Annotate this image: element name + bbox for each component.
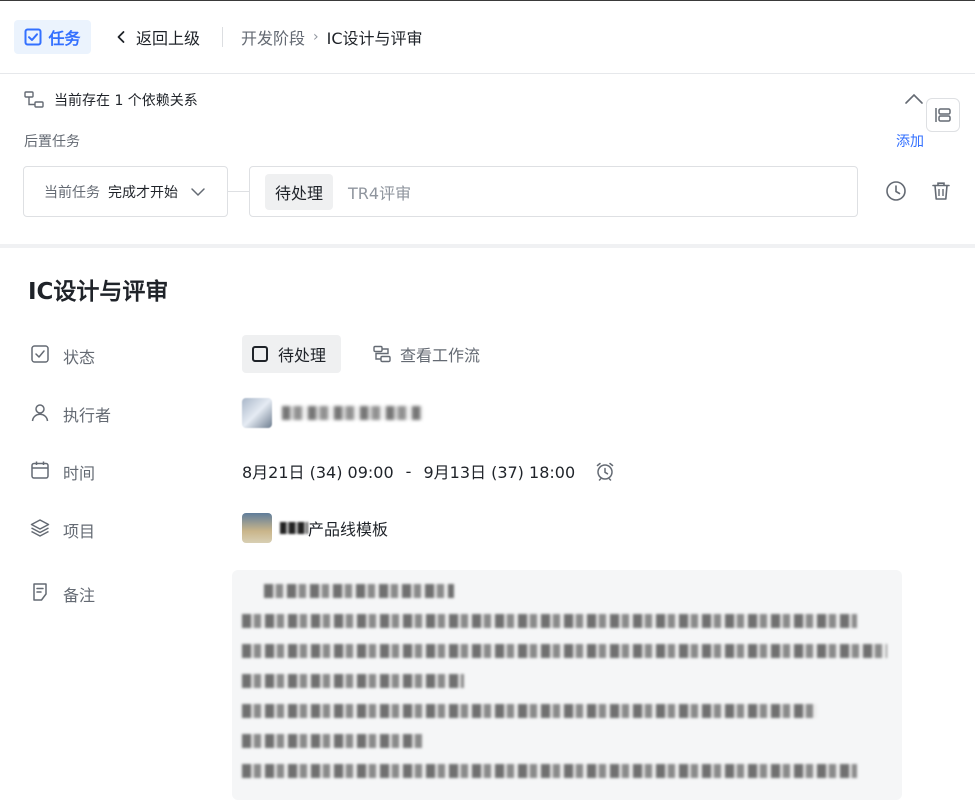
notes-line: [242, 764, 857, 778]
chevron-left-icon: [117, 31, 125, 43]
task-badge-label: 任务: [48, 29, 81, 48]
back-button[interactable]: 返回上级: [116, 23, 200, 51]
time-end: 9月13日 (37) 18:00: [423, 463, 576, 482]
page-header: 任务 返回上级 开发阶段 › IC设计与评审: [0, 1, 975, 74]
notes-line: [242, 734, 422, 748]
relation-label: 当前任务: [44, 184, 100, 201]
dependent-task-status: 待处理: [265, 173, 334, 210]
layout-panel-icon: [935, 108, 951, 122]
dependency-connector: [228, 191, 249, 192]
project-name-redacted-prefix: [280, 522, 308, 534]
status-button[interactable]: 待处理: [242, 335, 341, 373]
person-icon: [31, 404, 49, 422]
checkbox-icon: [31, 345, 49, 363]
chevron-down-icon: [191, 187, 205, 196]
status-value: 待处理: [278, 346, 327, 365]
dependent-task-name: TR4评审: [348, 183, 412, 203]
header-divider: [222, 27, 223, 47]
layers-icon: [30, 519, 50, 537]
notes-label: 备注: [63, 586, 96, 605]
dependency-relation-select[interactable]: 当前任务 完成才开始: [23, 166, 228, 217]
notes-line: [242, 704, 817, 718]
task-badge[interactable]: 任务: [14, 20, 91, 54]
breadcrumb: 开发阶段 › IC设计与评审: [241, 23, 423, 51]
add-dependency-button[interactable]: 添加: [896, 131, 924, 151]
notes-line: [242, 614, 857, 628]
field-assignee: 执行者: [0, 392, 975, 432]
time-start: 8月21日 (34) 09:00: [242, 463, 394, 482]
back-label: 返回上级: [136, 29, 201, 48]
notes-content-redacted[interactable]: [232, 570, 902, 800]
alarm-icon[interactable]: [595, 461, 615, 481]
breadcrumb-separator-icon: ›: [313, 29, 319, 45]
task-check-icon: [24, 28, 42, 46]
clock-icon[interactable]: [885, 180, 907, 202]
view-workflow-button[interactable]: 查看工作流: [372, 342, 480, 366]
avatar: [242, 398, 272, 428]
workflow-icon: [373, 345, 391, 363]
field-project: 项目 产品线模板: [0, 508, 975, 548]
time-separator: -: [405, 461, 412, 481]
notes-line: [242, 644, 887, 658]
field-time: 时间 8月21日 (34) 09:00 - 9月13日 (37) 18:00: [0, 450, 975, 490]
status-label: 状态: [63, 348, 96, 367]
dependency-panel: 当前存在 1 个依赖关系 后置任务 添加 当前任务 完成才开始 待处理 TR4评…: [0, 74, 975, 248]
notes-line: [242, 674, 464, 688]
project-label: 项目: [63, 522, 96, 541]
assignee-label: 执行者: [63, 406, 112, 425]
breadcrumb-item-current: IC设计与评审: [326, 29, 423, 48]
calendar-icon: [31, 461, 49, 479]
field-status: 状态 待处理 查看工作流: [0, 334, 975, 374]
time-label: 时间: [63, 464, 96, 483]
dependency-summary-text: 当前存在 1 个依赖关系: [54, 93, 198, 109]
notes-icon: [33, 583, 47, 601]
chevron-up-icon[interactable]: [904, 92, 924, 106]
side-panel-button[interactable]: [926, 98, 960, 132]
dependency-summary: 当前存在 1 个依赖关系: [24, 90, 198, 110]
breadcrumb-item-parent[interactable]: 开发阶段: [241, 25, 305, 49]
status-checkbox[interactable]: [252, 346, 268, 362]
time-range[interactable]: 8月21日 (34) 09:00 - 9月13日 (37) 18:00: [242, 459, 615, 483]
task-title[interactable]: IC设计与评审: [28, 272, 168, 306]
project-value[interactable]: 产品线模板: [242, 513, 388, 543]
project-avatar: [242, 513, 272, 543]
view-workflow-label: 查看工作流: [400, 346, 481, 365]
dependent-task-card[interactable]: 待处理 TR4评审: [249, 166, 858, 217]
project-name: 产品线模板: [308, 520, 389, 539]
dependency-icon: [24, 91, 44, 108]
assignee-value[interactable]: [242, 398, 422, 428]
relation-value: 完成才开始: [108, 184, 178, 201]
dependency-section-label: 后置任务: [24, 134, 80, 150]
trash-icon[interactable]: [930, 180, 952, 202]
assignee-name-redacted: [282, 406, 422, 420]
notes-line: [264, 584, 454, 598]
